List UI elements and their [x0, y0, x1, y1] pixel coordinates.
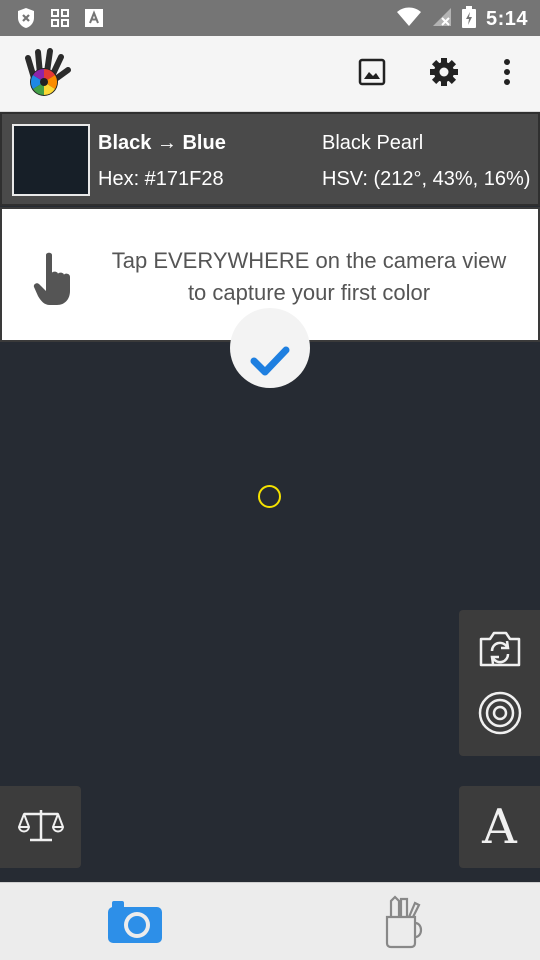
nav-tools-tab[interactable] [381, 895, 429, 949]
target-mode-button[interactable] [473, 688, 527, 742]
color-info-panel[interactable]: Black → Blue Hex: #171F28 Black Pearl HS… [0, 112, 540, 206]
color-family-name: Black → Blue [98, 132, 226, 154]
x-shield-icon [16, 7, 36, 34]
hex-value: Hex: #171F28 [98, 168, 224, 190]
checkmark-icon [250, 346, 290, 381]
settings-button[interactable] [424, 54, 464, 94]
gallery-button[interactable] [352, 54, 392, 94]
compare-button[interactable] [0, 786, 81, 868]
text-a-icon [84, 8, 104, 33]
hint-text: Tap EVERYWHERE on the camera view to cap… [86, 245, 532, 309]
font-label: A [482, 799, 517, 855]
confirm-color-button[interactable] [230, 308, 310, 388]
color-swatch [12, 124, 90, 196]
scale-balance-icon [17, 807, 64, 848]
overflow-menu-button[interactable] [487, 54, 527, 94]
font-label-button[interactable]: A [459, 786, 540, 868]
hsv-value: HSV: (212°, 43%, 16%) [322, 168, 531, 190]
apps-grid-icon [50, 8, 70, 33]
concentric-circles-icon [477, 690, 523, 741]
tools-cup-icon [381, 895, 429, 953]
switch-camera-button[interactable] [473, 624, 527, 678]
more-vertical-icon [503, 58, 511, 91]
bottom-navigation [0, 882, 540, 960]
hint-line-1: Tap EVERYWHERE on the camera view [111, 248, 507, 273]
target-reticle [258, 485, 281, 508]
status-bar: 5:14 [0, 0, 540, 36]
hint-line-2: to capture your first color [187, 280, 431, 305]
gear-icon [429, 57, 459, 92]
no-signal-icon [432, 7, 452, 32]
nav-camera-tab[interactable] [106, 897, 164, 945]
wifi-icon [396, 7, 422, 32]
battery-charging-icon [461, 6, 476, 33]
app-bar [0, 36, 540, 112]
image-gallery-icon [358, 58, 386, 91]
app-logo [22, 48, 72, 98]
pointing-hand-icon [32, 251, 78, 307]
switch-camera-icon [477, 629, 523, 674]
named-color: Black Pearl [322, 132, 424, 154]
camera-controls-panel [459, 610, 540, 756]
clock: 5:14 [485, 8, 528, 30]
camera-icon [106, 901, 164, 949]
